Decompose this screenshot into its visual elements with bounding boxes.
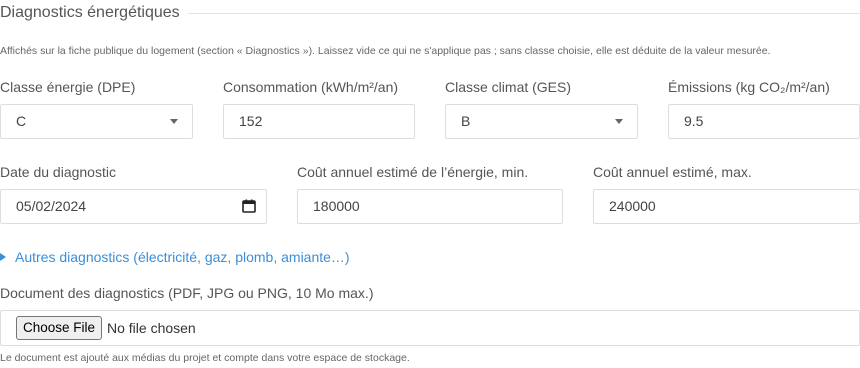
consumption-label: Consommation (kWh/m²/an) bbox=[223, 79, 399, 95]
triangle-right-icon bbox=[0, 253, 6, 261]
emissions-label: Émissions (kg CO₂/m²/an) bbox=[668, 79, 830, 95]
other-diagnostics-label: Autres diagnostics (électricité, gaz, pl… bbox=[15, 249, 350, 265]
consumption-input[interactable]: 152 bbox=[223, 104, 415, 139]
ges-label: Classe climat (GES) bbox=[445, 79, 572, 95]
dpe-select[interactable]: C bbox=[0, 104, 193, 139]
document-help-text: Le document est ajouté aux médias du pro… bbox=[0, 352, 410, 364]
cost-min-input[interactable]: 180000 bbox=[297, 189, 563, 224]
file-status-text: No file chosen bbox=[107, 320, 196, 336]
emissions-input-value: 9.5 bbox=[684, 113, 704, 129]
dpe-select-value: C bbox=[16, 113, 27, 129]
cost-min-input-value: 180000 bbox=[313, 198, 360, 214]
choose-file-button[interactable]: Choose File bbox=[16, 316, 103, 340]
document-file-input[interactable]: Choose File No file chosen bbox=[0, 310, 860, 346]
section-help-text: Affichés sur la fiche publique du logeme… bbox=[0, 45, 771, 57]
chevron-down-icon bbox=[170, 119, 178, 124]
cost-max-input[interactable]: 240000 bbox=[593, 189, 860, 224]
document-label: Document des diagnostics (PDF, JPG ou PN… bbox=[0, 285, 374, 301]
emissions-input[interactable]: 9.5 bbox=[668, 104, 860, 139]
consumption-input-value: 152 bbox=[239, 113, 263, 129]
cost-min-label: Coût annuel estimé de l’énergie, min. bbox=[297, 164, 529, 180]
dpe-label: Classe énergie (DPE) bbox=[0, 79, 136, 95]
cost-max-input-value: 240000 bbox=[609, 198, 656, 214]
calendar-icon[interactable] bbox=[242, 199, 256, 213]
date-input-value: 05/02/2024 bbox=[16, 198, 87, 214]
ges-select[interactable]: B bbox=[445, 104, 638, 139]
section-title: Diagnostics énergétiques bbox=[0, 3, 188, 23]
cost-max-label: Coût annuel estimé, max. bbox=[593, 164, 752, 180]
chevron-down-icon bbox=[615, 119, 623, 124]
date-input[interactable]: 05/02/2024 bbox=[0, 189, 267, 224]
section-legend: Diagnostics énergétiques bbox=[0, 3, 860, 23]
date-label: Date du diagnostic bbox=[0, 164, 116, 180]
other-diagnostics-toggle[interactable]: Autres diagnostics (électricité, gaz, pl… bbox=[0, 248, 350, 266]
ges-select-value: B bbox=[461, 113, 471, 129]
